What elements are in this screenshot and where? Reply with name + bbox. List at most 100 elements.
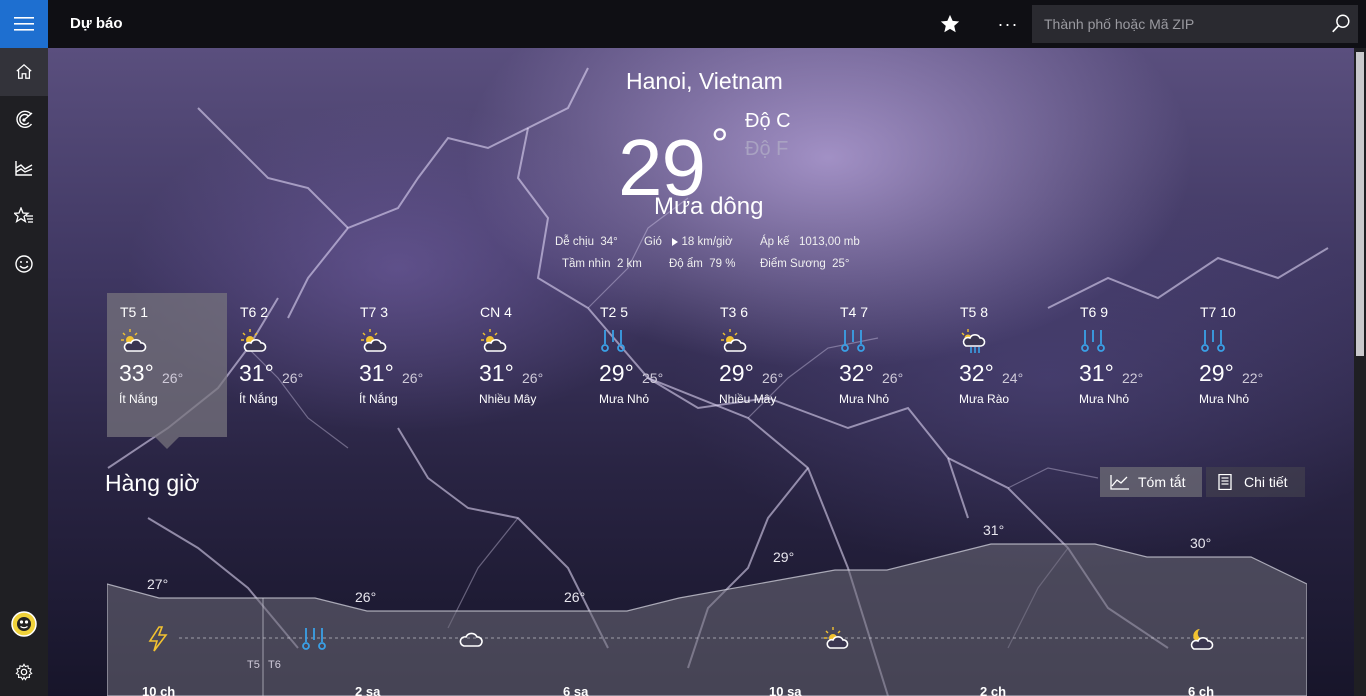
- day-low-temp: 26°: [882, 370, 904, 386]
- day-label: T4 7: [840, 304, 869, 320]
- unit-fahrenheit-toggle[interactable]: Độ F: [745, 138, 788, 161]
- hourly-temp-3: 26°: [564, 589, 586, 605]
- day-break-left: T5: [247, 659, 260, 671]
- favorites-icon: [14, 207, 33, 223]
- day-high-temp: 31°: [359, 360, 394, 386]
- home-icon: [16, 63, 32, 79]
- hourly-temp-6: 30°: [1190, 535, 1212, 551]
- daily-tile-7[interactable]: T4 7 32° 26° Mưa Nhỏ: [827, 293, 947, 437]
- visibility: Tầm nhìn 2 km: [562, 258, 642, 270]
- day-label: T7 10: [1200, 304, 1236, 320]
- vertical-scrollbar[interactable]: [1354, 48, 1366, 696]
- hourly-time-6: 6 ch: [1188, 684, 1215, 696]
- day-low-temp: 26°: [762, 370, 784, 386]
- sidebar-item-settings[interactable]: [0, 648, 48, 696]
- app-title: Dự báo: [70, 15, 123, 32]
- hourly-time-3: 6 sa: [563, 684, 589, 696]
- add-favorite-button[interactable]: [936, 10, 964, 38]
- hamburger-menu-button[interactable]: [0, 0, 48, 48]
- daily-tile-8[interactable]: T5 8 32° 24° Mưa Rào: [947, 293, 1067, 437]
- day-low-temp: 26°: [402, 370, 424, 386]
- day-label: CN 4: [480, 304, 512, 320]
- selected-caret: [155, 437, 179, 449]
- light-rain-icon: [601, 330, 625, 352]
- wind: Gió 18 km/giờ: [644, 236, 733, 248]
- daily-tile-3[interactable]: T7 3 31° 26° Ít Nắng: [347, 293, 467, 437]
- day-condition: Mưa Nhỏ: [839, 392, 890, 406]
- hourly-time-2: 2 sa: [355, 684, 381, 696]
- day-label: T2 5: [600, 304, 629, 320]
- star-icon: [940, 14, 960, 33]
- day-condition: Nhiều Mây: [719, 392, 777, 406]
- smiley-icon: [15, 255, 33, 273]
- hourly-temp-4: 29°: [773, 549, 795, 565]
- list-detail-icon: [1218, 474, 1232, 490]
- partly-sunny-icon: [721, 329, 747, 352]
- current-condition: Mưa dông: [654, 193, 764, 220]
- day-label: T7 3: [360, 304, 389, 320]
- sidebar-item-home[interactable]: [0, 48, 48, 96]
- daily-tile-6[interactable]: T3 6 29° 26° Nhiều Mây: [707, 293, 827, 437]
- day-high-temp: 32°: [959, 360, 994, 386]
- day-high-temp: 32°: [839, 360, 874, 386]
- scrollbar-thumb[interactable]: [1356, 52, 1364, 356]
- day-low-temp: 26°: [282, 370, 304, 386]
- hourly-temp-1: 27°: [147, 576, 169, 592]
- sidebar-item-lifestyle[interactable]: [0, 240, 48, 288]
- hourly-temp-5: 31°: [983, 522, 1005, 538]
- sidebar-item-historical[interactable]: [0, 144, 48, 192]
- title-bar: Dự báo ···: [0, 0, 1366, 48]
- daily-tile-1[interactable]: T5 1 33° 26° Ít Nắng: [107, 293, 227, 449]
- sidebar-item-maps[interactable]: [0, 96, 48, 144]
- forecast-main: Hanoi, Vietnam 29 ° Độ C Độ F Mưa dông Dễ…: [48, 48, 1354, 696]
- search-icon[interactable]: [1330, 13, 1352, 35]
- daily-tile-4[interactable]: CN 4 31° 26° Nhiều Mây: [467, 293, 587, 437]
- detail-view-label: Chi tiết: [1244, 474, 1288, 490]
- hourly-time-4: 10 sa: [769, 684, 802, 696]
- user-avatar[interactable]: [0, 600, 48, 648]
- hourly-temperature-area: [107, 543, 1307, 696]
- summary-view-button[interactable]: Tóm tắt: [1100, 467, 1202, 497]
- pressure: Áp kế 1013,00 mb: [760, 236, 860, 248]
- daily-tile-5[interactable]: T2 5 29° 25° Mưa Nhỏ: [587, 293, 707, 437]
- daily-tile-9[interactable]: T6 9 31° 22° Mưa Nhỏ: [1067, 293, 1187, 437]
- day-high-temp: 29°: [1199, 360, 1234, 386]
- partly-cloudy-night-icon: [1190, 629, 1214, 650]
- detail-view-button[interactable]: Chi tiết: [1206, 467, 1305, 497]
- location-name: Hanoi, Vietnam: [626, 68, 783, 94]
- avatar-icon: [11, 611, 37, 637]
- day-low-temp: 24°: [1002, 370, 1024, 386]
- humidity: Độ ẩm 79 %: [669, 258, 736, 270]
- day-condition: Ít Nắng: [119, 392, 158, 406]
- ellipsis-icon: ···: [997, 13, 1019, 34]
- day-condition: Nhiều Mây: [479, 392, 537, 406]
- day-high-temp: 31°: [479, 360, 514, 386]
- showers-icon: [961, 329, 986, 353]
- sidebar-item-favorites[interactable]: [0, 192, 48, 240]
- unit-celsius-toggle[interactable]: Độ C: [745, 110, 791, 133]
- daily-tile-2[interactable]: T6 2 31° 26° Ít Nắng: [227, 293, 347, 437]
- radar-icon: [16, 110, 33, 128]
- dew-point: Điểm Sương 25°: [760, 258, 850, 270]
- partly-sunny-icon: [241, 329, 267, 352]
- settings-gear-icon: [15, 663, 33, 681]
- day-condition: Mưa Nhỏ: [599, 392, 650, 406]
- day-label: T5 1: [120, 304, 149, 320]
- light-rain-icon: [1081, 330, 1105, 352]
- day-high-temp: 31°: [1079, 360, 1114, 386]
- day-label: T3 6: [720, 304, 749, 320]
- search-input[interactable]: [1032, 5, 1322, 43]
- hourly-time-1: 10 ch: [142, 684, 176, 696]
- partly-sunny-icon: [824, 627, 849, 649]
- more-options-button[interactable]: ···: [994, 10, 1022, 38]
- summary-view-label: Tóm tắt: [1138, 474, 1186, 490]
- daily-tile-10[interactable]: T7 10 29° 22° Mưa Nhỏ: [1187, 293, 1307, 437]
- day-high-temp: 29°: [599, 360, 634, 386]
- hourly-temp-2: 26°: [355, 589, 377, 605]
- hamburger-icon: [14, 17, 34, 31]
- line-chart-icon: [1110, 475, 1129, 490]
- wind-direction-icon: [671, 238, 678, 246]
- light-rain-icon: [1201, 330, 1225, 352]
- day-condition: Mưa Rào: [959, 392, 1010, 406]
- feels-like: Dễ chịu 34°: [555, 236, 618, 248]
